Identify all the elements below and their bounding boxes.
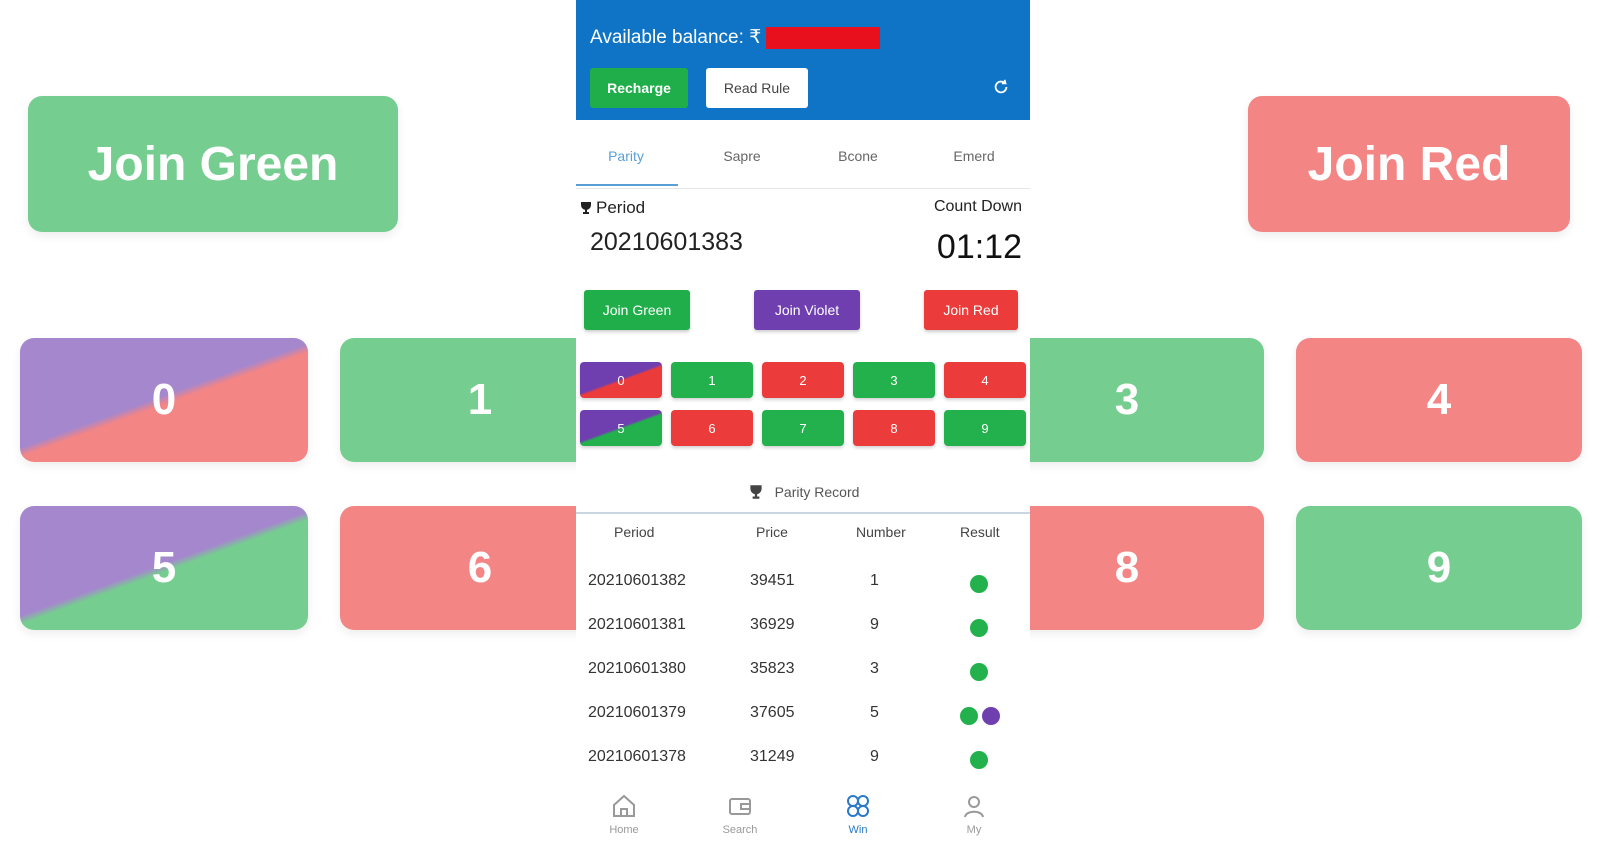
user-icon — [964, 796, 984, 818]
nav-home-label: Home — [609, 824, 639, 836]
period-heading: Period — [578, 198, 645, 218]
record-number: 1 — [870, 572, 879, 589]
record-price: 39451 — [750, 572, 795, 589]
phone-screen: Available balance: ₹ Recharge Read Rule … — [576, 0, 1030, 866]
active-tab-indicator — [576, 184, 678, 186]
nav-search-label: Search — [722, 824, 758, 836]
join-green-button[interactable]: Join Green — [584, 290, 690, 330]
nav-win-label: Win — [848, 824, 868, 836]
number-button-8[interactable]: 8 — [853, 410, 935, 446]
record-period: 20210601382 — [588, 572, 686, 589]
record-number: 5 — [870, 704, 879, 721]
read-rule-button[interactable]: Read Rule — [706, 68, 808, 108]
bg-join-red-tile: Join Red — [1248, 96, 1570, 232]
column-header-period: Period — [614, 524, 655, 540]
result-dot-green — [960, 707, 978, 725]
balance-redacted — [766, 27, 880, 49]
clover-icon — [847, 795, 869, 817]
bg-number-tile: 0 — [20, 338, 308, 462]
wallet-icon — [729, 798, 751, 815]
column-header-price: Price — [756, 524, 788, 540]
nav-home[interactable]: Home — [584, 792, 664, 848]
refresh-icon[interactable] — [992, 78, 1010, 96]
nav-search[interactable]: Search — [700, 792, 780, 848]
number-button-6[interactable]: 6 — [671, 410, 753, 446]
game-tabs: Parity Sapre Bcone Emerd — [576, 126, 1030, 189]
bg-join-green-tile: Join Green — [28, 96, 398, 232]
record-period: 20210601378 — [588, 748, 686, 765]
record-price: 36929 — [750, 616, 795, 633]
tab-sapre[interactable]: Sapre — [692, 126, 792, 186]
number-button-1[interactable]: 1 — [671, 362, 753, 398]
record-period: 20210601380 — [588, 660, 686, 677]
recharge-button[interactable]: Recharge — [590, 68, 688, 108]
bg-number-tile: 3 — [990, 338, 1264, 462]
record-price: 35823 — [750, 660, 795, 677]
parity-record-heading: Parity Record — [576, 472, 1030, 514]
number-button-7[interactable]: 7 — [762, 410, 844, 446]
balance-header: Available balance: ₹ Recharge Read Rule — [576, 0, 1030, 120]
trophy-icon — [581, 202, 591, 214]
result-dot-green — [970, 751, 988, 769]
record-number: 3 — [870, 660, 879, 677]
trophy-icon — [749, 485, 762, 499]
column-header-number: Number — [856, 524, 906, 540]
bg-number-tile: 4 — [1296, 338, 1582, 462]
record-price: 31249 — [750, 748, 795, 765]
record-period: 20210601381 — [588, 616, 686, 633]
parity-record-title: Parity Record — [774, 484, 860, 500]
column-header-result: Result — [960, 524, 1000, 540]
number-button-2[interactable]: 2 — [762, 362, 844, 398]
result-dot-green — [970, 575, 988, 593]
bg-number-tile: 9 — [1296, 506, 1582, 630]
record-number: 9 — [870, 748, 879, 765]
period-label: Period — [596, 198, 646, 217]
number-button-4[interactable]: 4 — [944, 362, 1026, 398]
result-dot-green — [970, 663, 988, 681]
tab-emerd[interactable]: Emerd — [924, 126, 1024, 186]
bg-number-tile: 8 — [990, 506, 1264, 630]
record-period: 20210601379 — [588, 704, 686, 721]
bg-number-tile: 5 — [20, 506, 308, 630]
tab-parity[interactable]: Parity — [576, 126, 676, 186]
number-button-9[interactable]: 9 — [944, 410, 1026, 446]
number-button-5[interactable]: 5 — [580, 410, 662, 446]
join-red-button[interactable]: Join Red — [924, 290, 1018, 330]
home-icon — [613, 794, 635, 817]
balance-label: Available balance: ₹ — [590, 27, 762, 48]
nav-win[interactable]: Win — [818, 792, 898, 848]
period-value: 20210601383 — [590, 228, 743, 256]
record-price: 37605 — [750, 704, 795, 721]
countdown-value: 01:12 — [936, 228, 1022, 266]
join-violet-button[interactable]: Join Violet — [754, 290, 860, 330]
record-number: 9 — [870, 616, 879, 633]
number-button-0[interactable]: 0 — [580, 362, 662, 398]
nav-my-label: My — [966, 824, 982, 836]
countdown-label: Count Down — [933, 198, 1022, 215]
result-dot-violet — [982, 707, 1000, 725]
nav-my[interactable]: My — [934, 792, 1014, 848]
number-button-3[interactable]: 3 — [853, 362, 935, 398]
tab-bcone[interactable]: Bcone — [808, 126, 908, 186]
result-dot-green — [970, 619, 988, 637]
